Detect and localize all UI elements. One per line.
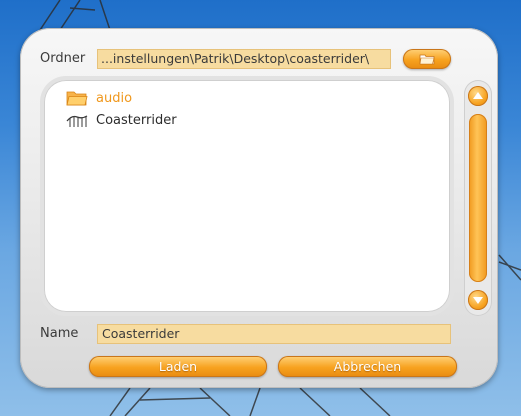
folder-label: Ordner [40, 51, 86, 66]
cancel-button[interactable]: Abbrechen [278, 356, 457, 377]
folder-icon [66, 89, 88, 107]
load-button[interactable]: Laden [89, 356, 267, 377]
list-item-label: Coasterrider [96, 112, 177, 128]
scroll-down-button[interactable] [468, 290, 488, 310]
scroll-thumb[interactable] [469, 114, 487, 282]
vertical-scrollbar[interactable] [464, 80, 492, 316]
coaster-track-icon [66, 111, 88, 129]
browse-folder-button[interactable] [403, 49, 451, 69]
list-item-audio[interactable]: audio [66, 88, 132, 108]
scroll-up-button[interactable] [468, 86, 488, 106]
file-list[interactable]: audio Coasterrider [44, 80, 450, 312]
arrow-down-icon [473, 297, 483, 304]
name-label: Name [40, 326, 79, 341]
filename-input[interactable]: Coasterrider [97, 324, 451, 344]
arrow-up-icon [473, 92, 483, 99]
folder-path-field[interactable]: ...instellungen\Patrik\Desktop\coasterri… [97, 49, 391, 69]
open-file-dialog: Ordner ...instellungen\Patrik\Desktop\co… [20, 28, 498, 388]
list-item-label: audio [96, 90, 133, 106]
folder-icon [419, 54, 435, 65]
list-item-coasterrider[interactable]: Coasterrider [66, 110, 177, 130]
